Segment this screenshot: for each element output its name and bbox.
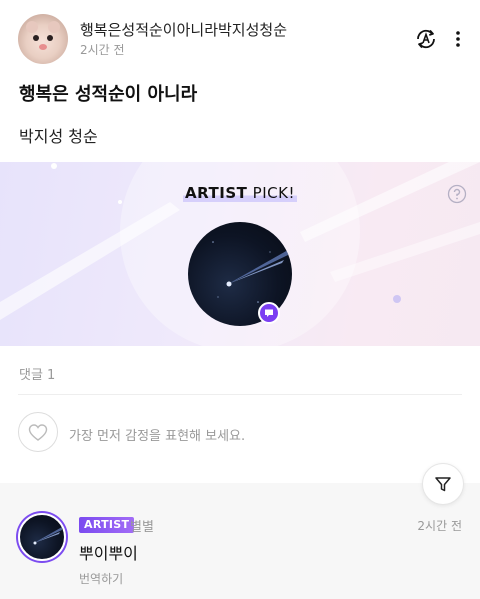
comment-time: 2시간 전 — [417, 519, 462, 533]
question-icon[interactable] — [447, 184, 467, 204]
post-title: 행복은 성적순이 아니라 — [19, 84, 198, 105]
reaction-prompt[interactable]: 가장 먼저 감정을 표현해 보세요. — [69, 425, 245, 444]
artist-pick-title: ARTIST PICK! — [183, 184, 297, 202]
comment-text: 뿌이뿌이 — [79, 544, 138, 563]
chat-bubble-icon — [258, 302, 280, 324]
more-vertical-icon[interactable] — [450, 28, 466, 50]
translate-icon[interactable] — [412, 25, 440, 53]
comment-list: ARTIST 별별 2시간 전 뿌이뿌이 번역하기 — [0, 483, 480, 599]
post-body: 박지성 청순 — [19, 127, 98, 146]
commenter-avatar[interactable] — [16, 511, 68, 563]
post-header: 행복은성적순이아니라박지성청순 2시간 전 — [0, 0, 480, 70]
post-time: 2시간 전 — [80, 43, 125, 57]
artist-pick-banner[interactable]: ARTIST PICK! — [0, 162, 480, 346]
divider — [18, 394, 462, 395]
translate-comment-link[interactable]: 번역하기 — [79, 570, 123, 587]
filter-icon[interactable] — [422, 463, 464, 505]
comment-count: 댓글 1 — [19, 368, 56, 383]
heart-icon[interactable] — [18, 412, 58, 452]
comment-author[interactable]: 별별 — [130, 516, 154, 535]
author-name[interactable]: 행복은성적순이아니라박지성청순 — [80, 19, 287, 40]
author-avatar[interactable] — [18, 14, 68, 64]
artist-badge: ARTIST — [79, 517, 135, 533]
